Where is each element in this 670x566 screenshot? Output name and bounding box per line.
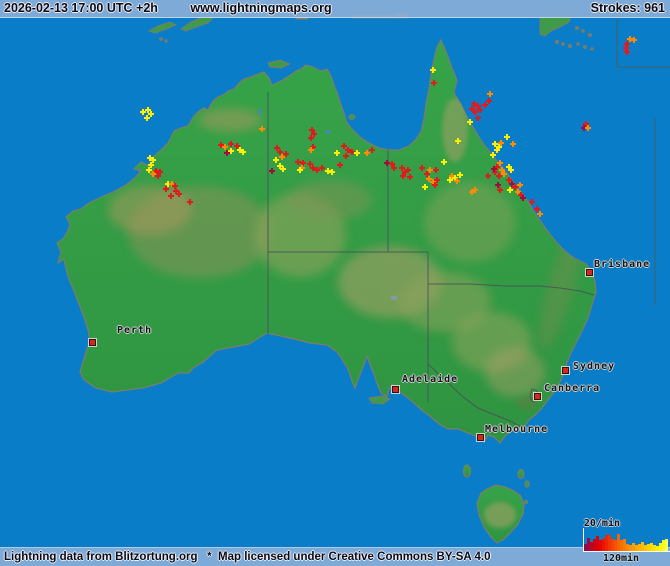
city-label-adelaide: Adelaide <box>402 374 459 385</box>
city-marker-canberra <box>533 392 542 401</box>
header-datetime: 2026-02-13 17:00 UTC +2h <box>4 1 158 15</box>
city-marker-melbourne <box>476 433 485 442</box>
strike-rate-histogram: 20/min 0 120min <box>540 514 670 566</box>
city-label-perth: Perth <box>117 325 153 336</box>
footer-attribution: Lightning data from Blitzortung.org * Ma… <box>4 551 491 563</box>
city-marker-adelaide <box>391 385 400 394</box>
city-label-brisbane: Brisbane <box>594 259 651 270</box>
histogram-axis <box>583 528 670 552</box>
header-bar: 2026-02-13 17:00 UTC +2h www.lightningma… <box>0 0 670 18</box>
city-marker-brisbane <box>585 268 594 277</box>
australia-lightning-map[interactable] <box>0 0 670 566</box>
histogram-bars <box>584 528 669 551</box>
city-label-melbourne: Melbourne <box>485 424 549 435</box>
lightning-map-screen: Perth Brisbane Sydney Canberra Melbourne Adel… <box>0 0 670 566</box>
histogram-xaxis-label: 120min <box>602 553 640 564</box>
city-label-canberra: Canberra <box>544 383 601 394</box>
city-marker-perth <box>88 338 97 347</box>
histogram-bar <box>665 539 668 551</box>
city-label-sydney: Sydney <box>573 361 616 372</box>
header-strokes-count: Strokes: 961 <box>590 1 665 15</box>
header-site-link[interactable]: www.lightningmaps.org <box>190 0 331 17</box>
city-marker-sydney <box>561 366 570 375</box>
